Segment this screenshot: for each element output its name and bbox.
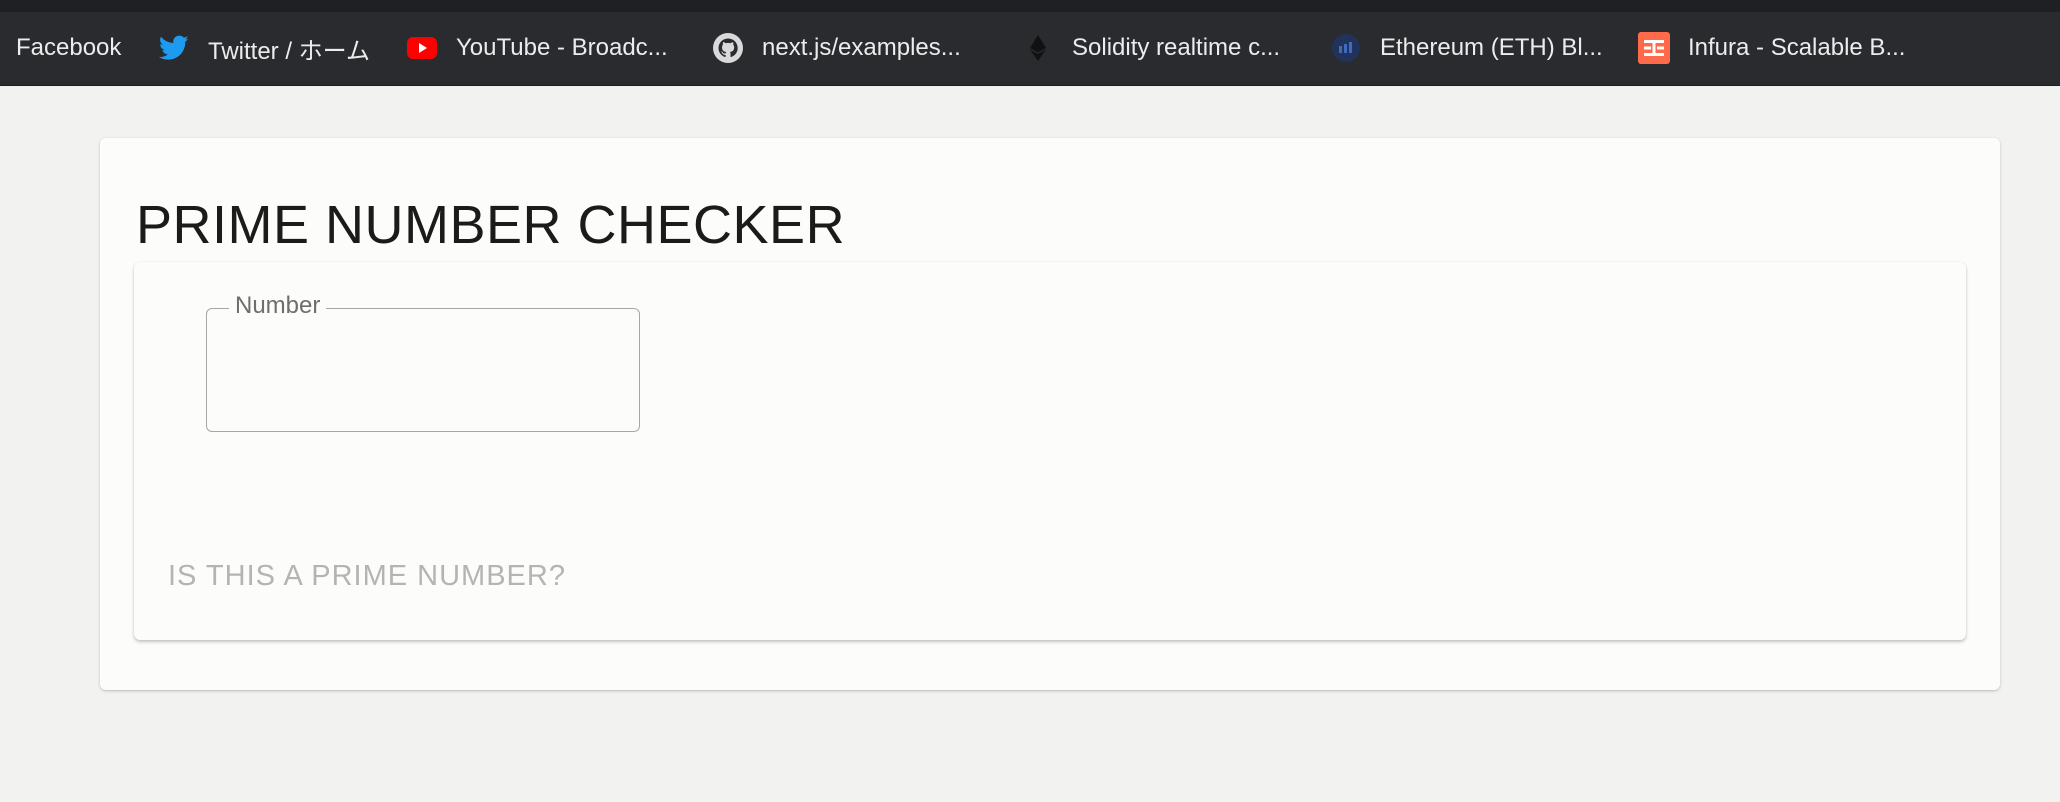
bookmark-twitter[interactable]: Twitter / ホーム xyxy=(158,28,370,68)
bookmark-label: Solidity realtime c... xyxy=(1072,34,1281,61)
bookmark-label: Ethereum (ETH) Bl... xyxy=(1380,34,1603,61)
number-field[interactable]: Number xyxy=(206,291,640,432)
number-input[interactable] xyxy=(227,345,621,397)
bookmark-facebook[interactable]: Facebook xyxy=(16,28,121,68)
bookmark-solidity[interactable]: Solidity realtime c... xyxy=(1022,28,1280,68)
bookmark-etherscan[interactable]: Ethereum (ETH) Bl... xyxy=(1330,28,1603,68)
twitter-icon xyxy=(158,32,190,64)
check-prime-button[interactable]: IS THIS A PRIME NUMBER? xyxy=(168,560,566,593)
youtube-icon xyxy=(406,32,438,64)
main-card: PRIME NUMBER CHECKER Number IS THIS A PR… xyxy=(100,138,2000,690)
bookmark-infura[interactable]: Infura - Scalable B... xyxy=(1638,28,1905,68)
bookmark-label: Twitter / ホーム xyxy=(208,37,370,65)
bookmark-label: Infura - Scalable B... xyxy=(1688,34,1906,61)
ethereum-icon xyxy=(1022,32,1054,64)
bookmark-label: Facebook xyxy=(16,34,122,61)
bookmark-github[interactable]: next.js/examples... xyxy=(712,28,961,68)
bookmark-label: YouTube - Broadc... xyxy=(456,34,668,61)
bookmark-youtube[interactable]: YouTube - Broadc... xyxy=(406,28,668,68)
etherscan-icon xyxy=(1330,32,1362,64)
infura-icon xyxy=(1638,32,1670,64)
number-field-label: Number xyxy=(229,291,327,321)
bookmark-label: next.js/examples... xyxy=(762,34,961,61)
github-icon xyxy=(712,32,744,64)
page-title: PRIME NUMBER CHECKER xyxy=(136,195,846,255)
bookmarks-bar: Facebook Twitter / ホーム YouTube - Broadc.… xyxy=(0,0,2060,86)
form-card: Number IS THIS A PRIME NUMBER? xyxy=(134,262,1966,640)
